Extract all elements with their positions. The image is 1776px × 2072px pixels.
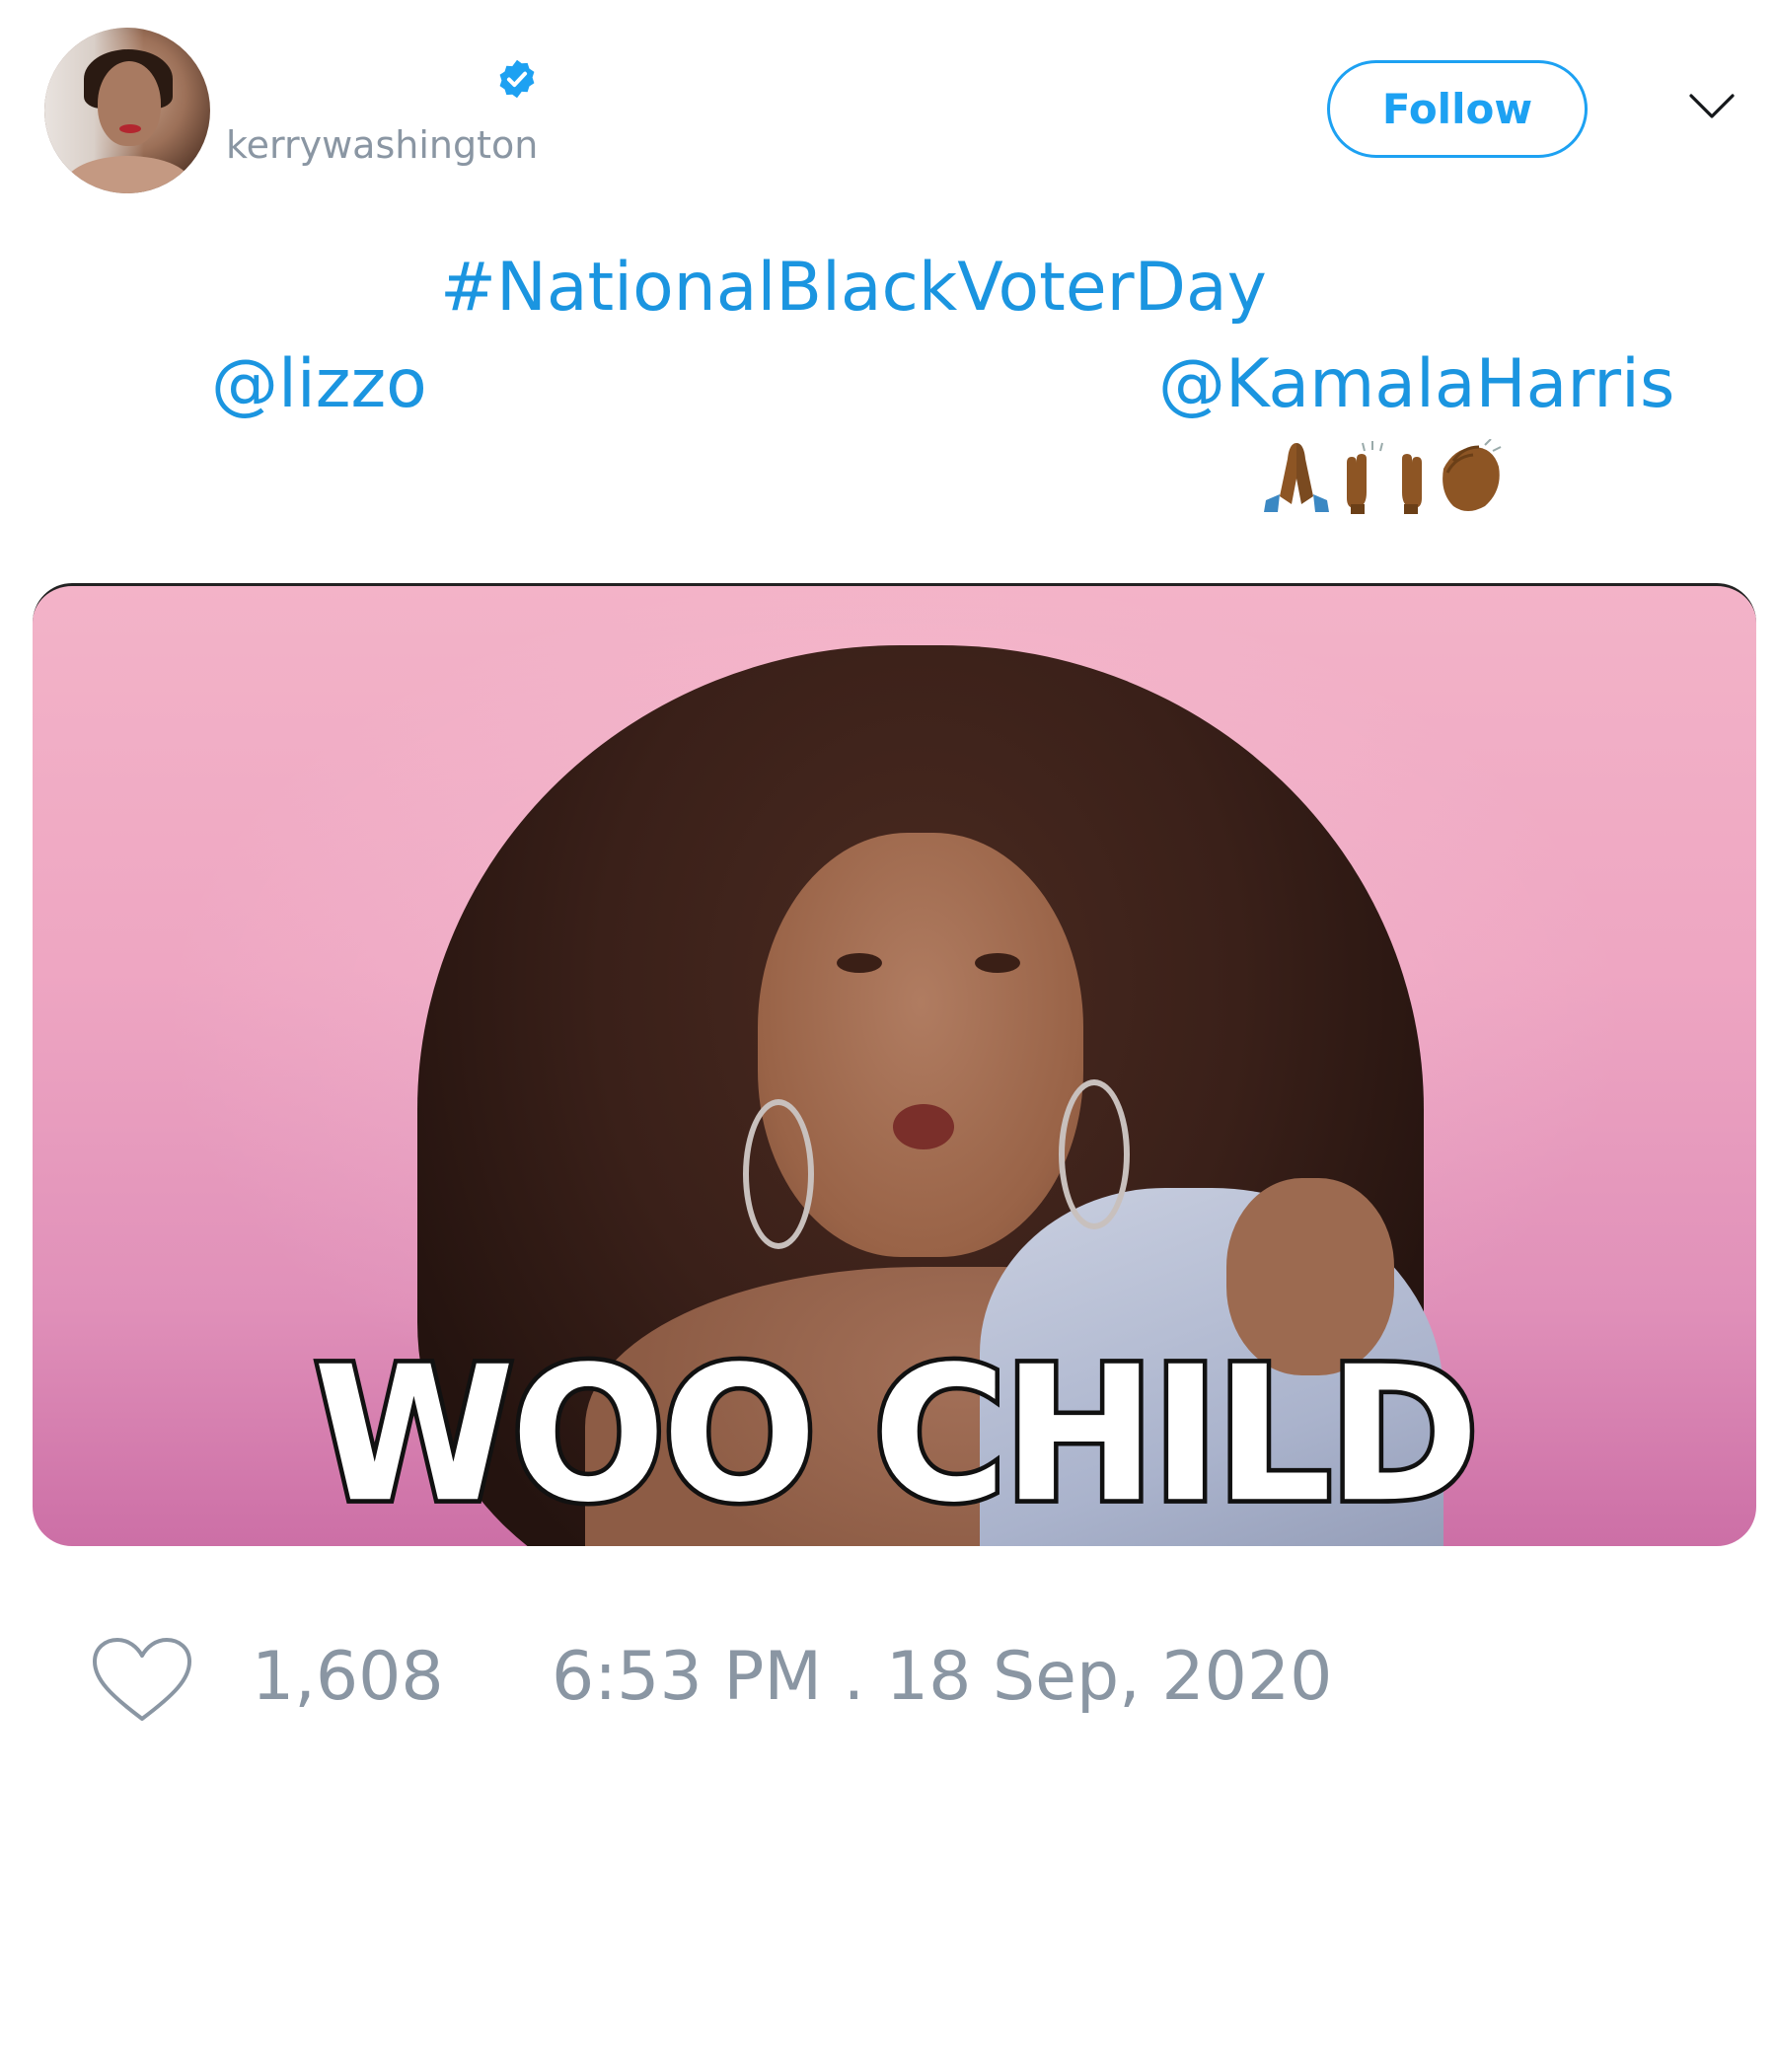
media-eye-right: [975, 953, 1020, 973]
raising-hands-icon: [1347, 441, 1422, 514]
tweet-timestamp[interactable]: 6:53 PM . 18 Sep, 2020: [552, 1644, 1332, 1711]
mention-link-lizzo[interactable]: @lizzo: [211, 351, 427, 418]
mention-link-kamalaharris[interactable]: @KamalaHarris: [1158, 351, 1674, 418]
heart-icon[interactable]: [91, 1636, 193, 1725]
media-earring-right: [1059, 1079, 1130, 1229]
tweet-media-gif[interactable]: WOO CHILD: [33, 583, 1756, 1546]
media-eye-left: [837, 953, 882, 973]
media-earring-left: [743, 1099, 814, 1249]
folded-hands-icon: [1264, 443, 1329, 512]
tweet-text: #NationalBlackVoterDay @lizzo @KamalaHar…: [0, 0, 1776, 553]
gif-caption: WOO CHILD: [309, 1325, 1484, 1544]
like-count: 1,608: [252, 1638, 444, 1716]
hashtag-link[interactable]: #NationalBlackVoterDay: [440, 255, 1267, 322]
clapping-hands-icon: [1443, 439, 1502, 511]
media-mouth: [893, 1104, 954, 1149]
emoji-group: [1264, 439, 1502, 514]
